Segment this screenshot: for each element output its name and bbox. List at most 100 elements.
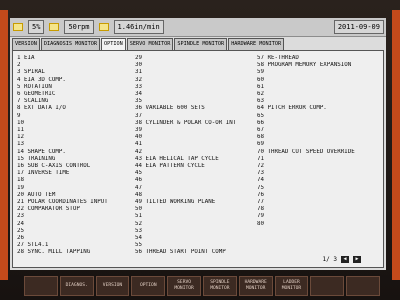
option-row: 3 SPIRAL [17, 69, 135, 76]
option-row: 41 [135, 141, 253, 148]
tab-version[interactable]: VERSION [12, 38, 40, 50]
tab-hardware-monitor[interactable]: HARDWARE MONITOR [228, 38, 285, 50]
tab-option[interactable]: OPTION [100, 38, 126, 50]
option-label: 71 [257, 155, 264, 162]
tab-diagnosis-monitor[interactable]: DIAGNOSIS MONITOR [40, 38, 100, 50]
softkey-4[interactable]: OPTION [131, 276, 166, 296]
option-label: 65 [257, 112, 264, 119]
option-row: 7 SCALING [17, 98, 135, 105]
option-row: 71 [257, 156, 375, 163]
option-label: 23 [17, 213, 24, 220]
option-label: 68 [257, 134, 264, 141]
option-label: 11 [17, 127, 24, 134]
option-label: 36 VARIABLE 600 SETS [135, 105, 205, 112]
option-label: 3 SPIRAL [17, 69, 45, 76]
option-row: 59 [257, 69, 375, 76]
softkey-bar: DIAGNOS. VERSION OPTION SERVO MONITOR SPINDL… [24, 276, 380, 296]
option-row: 38 CYLINDER & POLAR CO-OR INT [135, 120, 253, 127]
option-label: 54 [135, 235, 142, 242]
option-row: 44 EIA PATTERN CYCLE [135, 163, 253, 170]
option-row: 32 [135, 77, 253, 84]
option-row: 36 VARIABLE 600 SETS [135, 105, 253, 112]
option-label: 74 [257, 177, 264, 184]
option-row: 58 PROGRAM MEMORY EXPANSION [257, 62, 375, 69]
prev-page-button[interactable]: ◀ [341, 256, 349, 263]
option-row: 28 SYNC. MILL TAPPING [17, 249, 135, 256]
softkey-5[interactable]: SERVO MONITOR [167, 276, 201, 296]
option-row: 72 [257, 163, 375, 170]
pager: 1/ 3 ◀ ▶ [323, 256, 361, 263]
option-label: 47 [135, 184, 142, 191]
option-row: 39 [135, 127, 253, 134]
option-row: 12 [17, 134, 135, 141]
option-label: 62 [257, 91, 264, 98]
option-row: 80 [257, 221, 375, 228]
option-label: 38 CYLINDER & POLAR CO-OR INT [135, 119, 237, 126]
option-label: 63 [257, 98, 264, 105]
option-label: 13 [17, 141, 24, 148]
option-row: 75 [257, 185, 375, 192]
option-row: 66 [257, 120, 375, 127]
option-row: 47 [135, 185, 253, 192]
option-label: 24 [17, 220, 24, 227]
option-label: 48 [135, 191, 142, 198]
option-label: 73 [257, 170, 264, 177]
softkey-10[interactable] [346, 276, 380, 296]
option-row: 26 [17, 235, 135, 242]
softkey-6[interactable]: SPINDLE MONITOR [202, 276, 237, 296]
cnc-screen: 5% 50rpm 1.46in/min 2011-09-09 VERSION D… [10, 18, 386, 270]
option-row: 6 GEOMETRIC [17, 91, 135, 98]
option-row: 67 [257, 127, 375, 134]
option-label: 28 SYNC. MILL TAPPING [17, 249, 91, 256]
option-row: 14 SHAPE COMP. [17, 149, 135, 156]
option-row: 54 [135, 235, 253, 242]
option-row: 19 [17, 185, 135, 192]
option-label: 51 [135, 213, 142, 220]
tab-spindle-monitor[interactable]: SPINDLE MONITOR [174, 38, 228, 50]
option-row: 18 [17, 177, 135, 184]
option-label: 80 [257, 220, 264, 227]
option-label: 19 [17, 184, 24, 191]
option-row: 33 [135, 84, 253, 91]
option-row: 27 STL4.1 [17, 242, 135, 249]
option-label: 76 [257, 191, 264, 198]
option-row: 48 [135, 192, 253, 199]
softkey-7[interactable]: HARDWARE MONITOR [238, 276, 273, 296]
option-row: 51 [135, 213, 253, 220]
option-label: 14 SHAPE COMP. [17, 148, 66, 155]
option-row: 21 POLAR COORDINATES INPUT [17, 199, 135, 206]
softkey-1[interactable] [24, 276, 58, 296]
option-label: 56 THREAD START POINT COMP [135, 249, 226, 256]
option-label: 30 [135, 62, 142, 69]
option-label: 75 [257, 184, 264, 191]
softkey-9[interactable] [310, 276, 345, 296]
option-row: 40 [135, 134, 253, 141]
option-column-3: 57 RE-THREAD 58 PROGRAM MEMORY EXPANSION 5… [257, 55, 375, 228]
option-label: 35 [135, 98, 142, 105]
option-label: 66 [257, 119, 264, 126]
option-label: 53 [135, 227, 142, 234]
option-label: 44 EIA PATTERN CYCLE [135, 163, 205, 170]
option-label: 34 [135, 91, 142, 98]
option-label: 31 [135, 69, 142, 76]
option-row: 34 [135, 91, 253, 98]
option-row: 74 [257, 177, 375, 184]
option-row: 35 [135, 98, 253, 105]
option-label: 52 [135, 220, 142, 227]
option-row: 45 [135, 170, 253, 177]
softkey-8[interactable]: LADDER MONITOR [274, 276, 309, 296]
option-label: 60 [257, 76, 264, 83]
softkey-3[interactable]: VERSION [95, 276, 130, 296]
option-label: 6 GEOMETRIC [17, 91, 56, 98]
tab-servo-monitor[interactable]: SERVO MONITOR [126, 38, 174, 50]
option-label: 40 [135, 134, 142, 141]
softkey-2[interactable]: DIAGNOS. [59, 276, 94, 296]
option-label: 10 [17, 119, 24, 126]
next-page-button[interactable]: ▶ [353, 256, 361, 263]
option-row: 42 [135, 149, 253, 156]
option-label: 20 AUTO TEM [17, 191, 56, 198]
option-label: 5 ROTATION [17, 83, 52, 90]
option-row: 62 [257, 91, 375, 98]
option-label: 61 [257, 83, 264, 90]
option-row: 53 [135, 228, 253, 235]
